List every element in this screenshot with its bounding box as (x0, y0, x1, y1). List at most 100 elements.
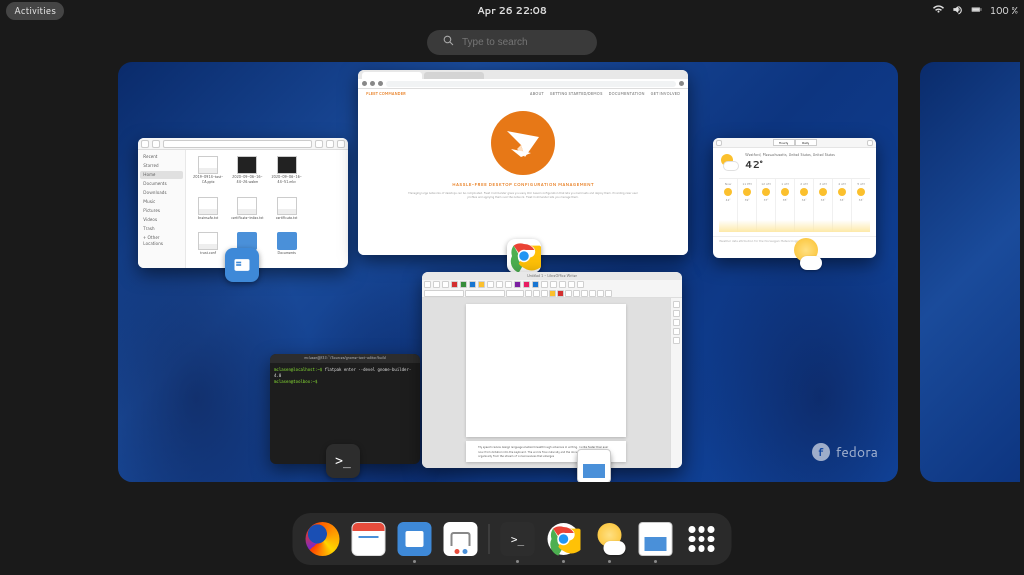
forward-button[interactable] (152, 140, 160, 148)
dock-calendar[interactable] (351, 521, 387, 557)
file-item[interactable]: 2019-0914-test-CA.pptx (190, 156, 226, 191)
dock-chrome[interactable] (546, 521, 582, 557)
file-item[interactable]: trust.conf (190, 232, 226, 262)
file-item[interactable]: 2020-09-06-16-44-26.webm (229, 156, 265, 191)
sidebar-button[interactable] (673, 301, 680, 308)
sidebar-documents[interactable]: Documents (140, 180, 183, 188)
toolbar-button[interactable] (505, 281, 512, 288)
terminal-content[interactable]: mclasen@localhost:~$ flatpak enter --dev… (270, 363, 420, 389)
sidebar-downloads[interactable]: Downloads (140, 189, 183, 197)
list-button[interactable] (597, 290, 604, 297)
toolbar-button[interactable] (496, 281, 503, 288)
nav-link[interactable]: GETTING STARTED/DEMOS (550, 92, 603, 97)
status-area[interactable]: 100 % (933, 4, 1018, 19)
toolbar-button[interactable] (514, 281, 521, 288)
toolbar-button[interactable] (442, 281, 449, 288)
apps-grid-icon (685, 522, 719, 556)
toolbar-button[interactable] (460, 281, 467, 288)
bold-button[interactable] (525, 290, 532, 297)
menu-button[interactable] (337, 140, 345, 148)
toolbar-button[interactable] (424, 281, 431, 288)
sidebar-pictures[interactable]: Pictures (140, 207, 183, 215)
font-color-button[interactable] (557, 290, 564, 297)
toolbar-button[interactable] (532, 281, 539, 288)
italic-button[interactable] (533, 290, 540, 297)
file-item[interactable]: brainsafe.txt (190, 197, 226, 227)
toolbar-button[interactable] (559, 281, 566, 288)
dock-terminal[interactable]: >_ (500, 521, 536, 557)
toolbar-button[interactable] (568, 281, 575, 288)
file-item[interactable]: certificate.txt (269, 197, 305, 227)
sidebar-trash[interactable]: Trash (140, 225, 183, 233)
browser-tab[interactable] (424, 72, 484, 79)
align-button[interactable] (573, 290, 580, 297)
file-item[interactable]: certificate-index.txt (229, 197, 265, 227)
dock-writer[interactable] (638, 521, 674, 557)
dock-software[interactable] (443, 521, 479, 557)
sidebar-videos[interactable]: Videos (140, 216, 183, 224)
window-chrome[interactable]: FLEET COMMANDER ABOUT GETTING STARTED/DE… (358, 70, 688, 255)
sidebar-recent[interactable]: Recent (140, 153, 183, 161)
align-button[interactable] (589, 290, 596, 297)
align-button[interactable] (581, 290, 588, 297)
font-combo[interactable] (465, 290, 505, 297)
sidebar-starred[interactable]: Starred (140, 162, 183, 170)
forecast-hour: 11 PM39° (738, 179, 757, 232)
toolbar-button[interactable] (523, 281, 530, 288)
location-label[interactable]: Westford, Massachusetts, United States, … (745, 153, 835, 158)
toolbar-button[interactable] (469, 281, 476, 288)
dock-firefox[interactable] (305, 521, 341, 557)
search-bar[interactable] (427, 30, 597, 55)
clock[interactable]: Apr 26 22:08 (477, 4, 547, 18)
nav-link[interactable]: ABOUT (530, 92, 544, 97)
nav-link[interactable]: DOCUMENTATION (608, 92, 644, 97)
forward-icon[interactable] (370, 81, 375, 86)
sidebar-button[interactable] (673, 319, 680, 326)
window-writer[interactable]: Untitled 1 - LibreOffice Writer My speec… (422, 272, 682, 468)
toolbar-button[interactable] (487, 281, 494, 288)
search-button[interactable] (315, 140, 323, 148)
toolbar-button[interactable] (433, 281, 440, 288)
back-button[interactable] (141, 140, 149, 148)
places-button[interactable] (716, 140, 722, 146)
reload-icon[interactable] (378, 81, 383, 86)
highlight-button[interactable] (549, 290, 556, 297)
workspace-current[interactable]: Recent Starred Home Documents Downloads … (118, 62, 898, 482)
menu-icon[interactable] (679, 81, 684, 86)
tab-daily[interactable]: Daily (795, 139, 817, 146)
workspace-next[interactable] (920, 62, 1020, 482)
sidebar-other[interactable]: + Other Locations (140, 234, 183, 248)
address-bar[interactable] (386, 81, 676, 87)
toolbar-button[interactable] (550, 281, 557, 288)
view-button[interactable] (326, 140, 334, 148)
page-area[interactable]: My speech review design language enabled… (422, 298, 670, 468)
list-button[interactable] (605, 290, 612, 297)
menu-button[interactable] (867, 140, 873, 146)
dock-files[interactable] (397, 521, 433, 557)
sidebar-music[interactable]: Music (140, 198, 183, 206)
sidebar-button[interactable] (673, 328, 680, 335)
style-combo[interactable] (424, 290, 464, 297)
search-input[interactable] (462, 37, 581, 48)
toolbar-button[interactable] (478, 281, 485, 288)
dock-show-apps[interactable] (684, 521, 720, 557)
back-icon[interactable] (362, 81, 367, 86)
align-button[interactable] (565, 290, 572, 297)
size-combo[interactable] (506, 290, 524, 297)
sidebar-button[interactable] (673, 310, 680, 317)
toolbar-button[interactable] (577, 281, 584, 288)
sidebar-home[interactable]: Home (140, 171, 183, 179)
activities-button[interactable]: Activities (6, 2, 64, 20)
file-item[interactable]: 2020-09-06-16-44-51.mkv (269, 156, 305, 191)
sidebar-button[interactable] (673, 337, 680, 344)
dock-weather[interactable] (592, 521, 628, 557)
tab-hourly[interactable]: Hourly (773, 139, 795, 146)
browser-tab[interactable] (362, 72, 422, 79)
underline-button[interactable] (541, 290, 548, 297)
path-bar[interactable] (163, 140, 312, 148)
toolbar-button[interactable] (451, 281, 458, 288)
nav-link[interactable]: GET INVOLVED (650, 92, 680, 97)
file-item[interactable]: Documents (269, 232, 305, 262)
toolbar-button[interactable] (541, 281, 548, 288)
document-page[interactable] (466, 304, 626, 437)
